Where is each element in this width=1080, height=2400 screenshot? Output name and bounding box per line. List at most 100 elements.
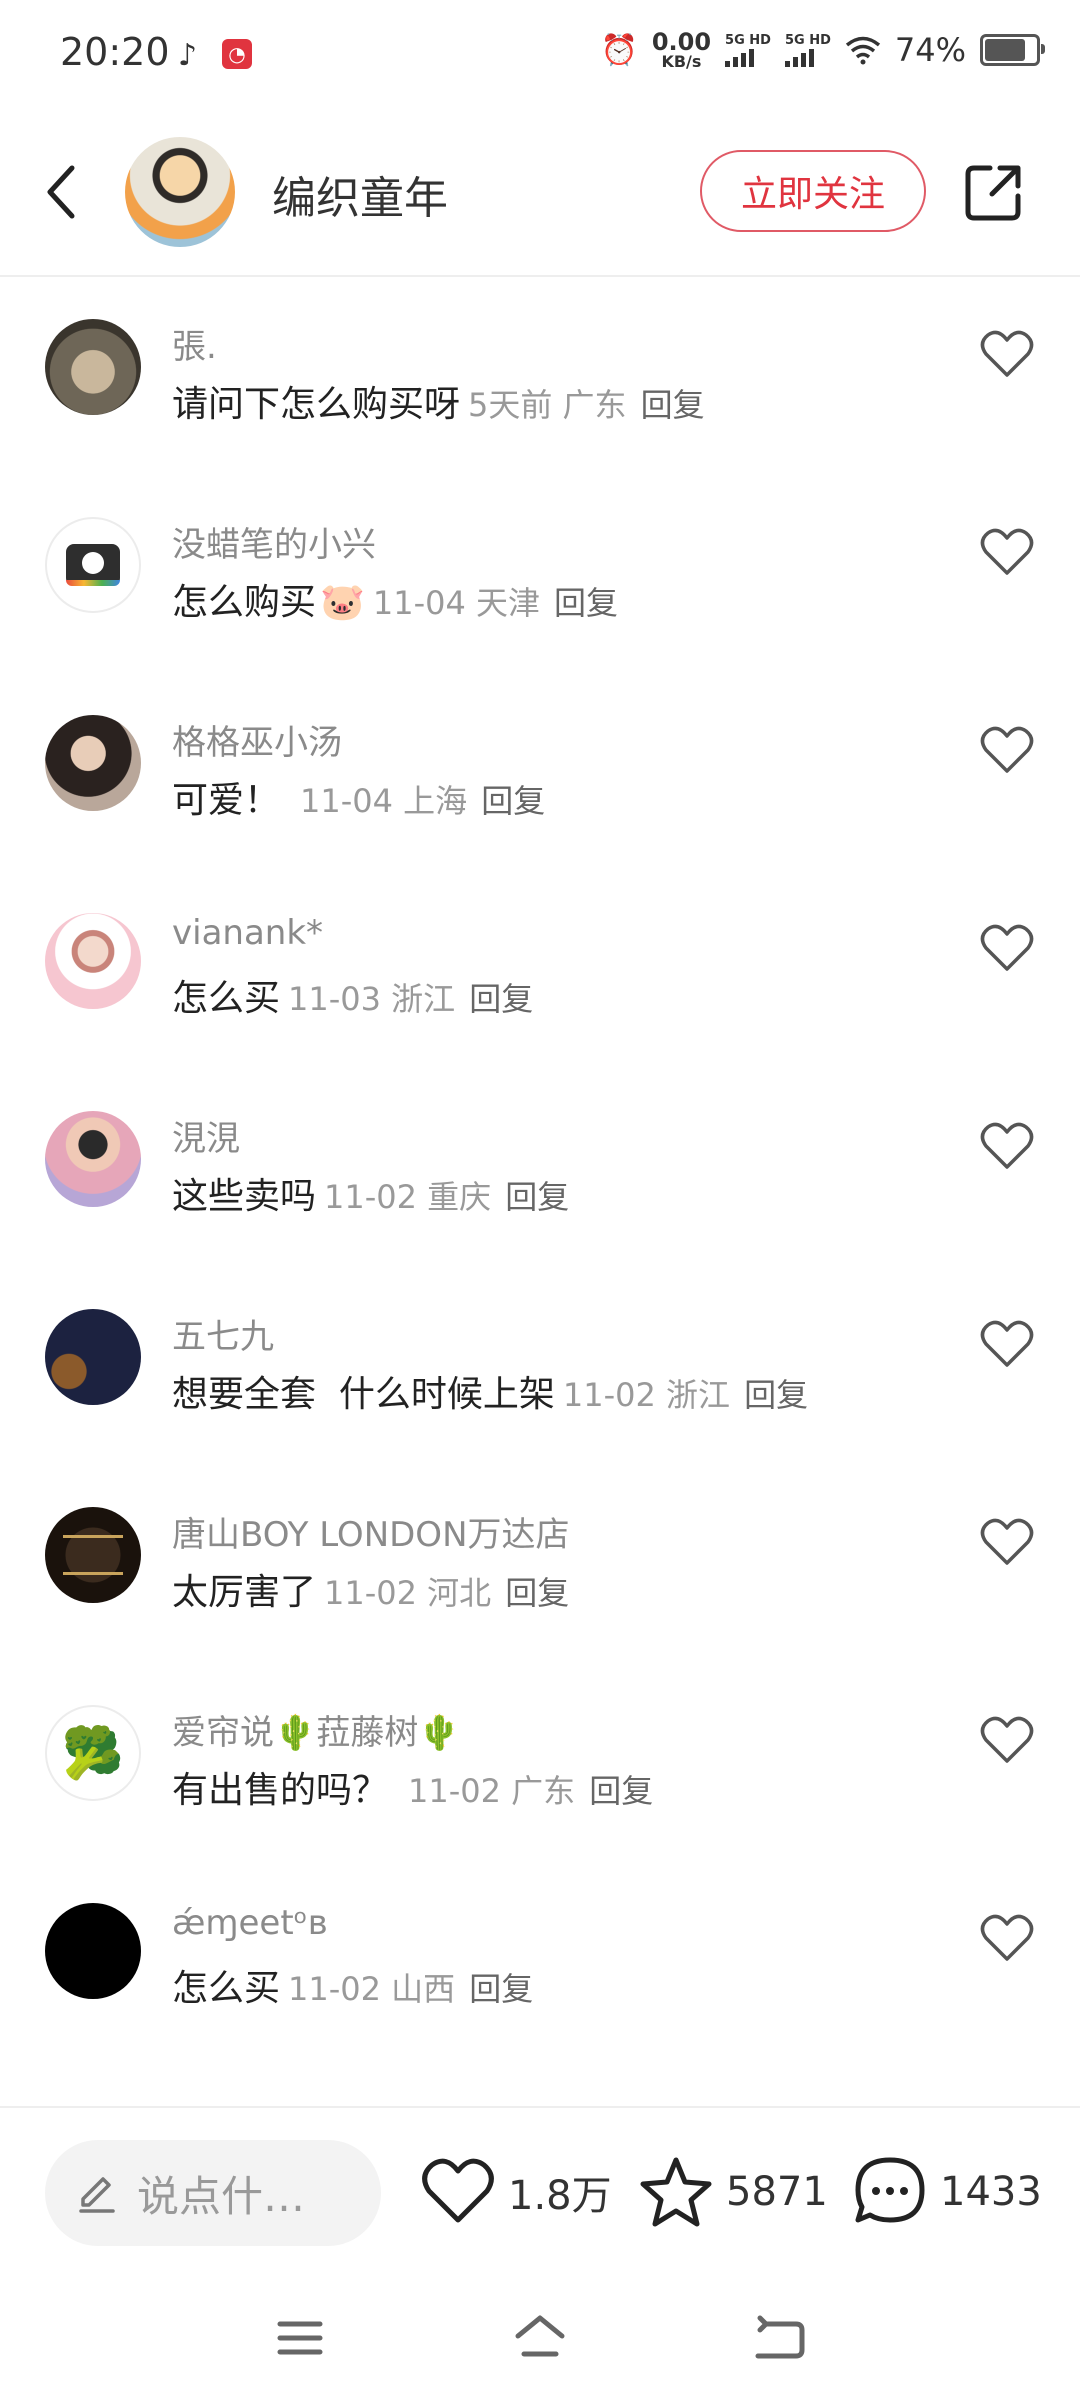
status-right: ⏰ 0.00 KB/s 5G HD 5G HD 74%	[600, 30, 1045, 70]
comment-text: 可爱！	[172, 780, 281, 821]
comment-body: 有出售的吗？ 11-02 广东 回复	[172, 1761, 653, 1813]
comment-input-placeholder: 说点什…	[137, 2171, 306, 2221]
reply-button[interactable]: 回复	[744, 1370, 808, 1416]
signal-2-icon: 5G HD	[784, 32, 831, 67]
comment-body: 怎么买 11-03 浙江 回复	[172, 969, 533, 1021]
music-notification-icon: ♪	[178, 38, 198, 73]
author-avatar[interactable]	[125, 137, 235, 247]
commenter-name[interactable]: 涀涀	[172, 1111, 240, 1160]
broccoli-icon: 🥦	[61, 1724, 125, 1782]
reply-button[interactable]: 回复	[505, 1172, 569, 1218]
commenter-name[interactable]: ǽɱeetᵒʙ	[172, 1903, 327, 1943]
comment-text: 有出售的吗？	[172, 1770, 389, 1811]
note-header: 编织童年 立即关注	[0, 110, 1080, 277]
net-speed-unit: KB/s	[661, 52, 702, 71]
commenter-avatar[interactable]	[45, 1111, 141, 1207]
commenter-avatar[interactable]	[45, 319, 141, 415]
comment-text: 怎么买	[172, 1968, 281, 2009]
comment-body: 怎么买 11-02 山西 回复	[172, 1959, 533, 2011]
share-button[interactable]	[962, 160, 1026, 224]
comment-item[interactable]: ǽɱeetᵒʙ 怎么买 11-02 山西 回复	[0, 1861, 1080, 2059]
comment-text: 怎么购买	[172, 582, 317, 623]
comment-meta: 11-02 广东	[408, 1772, 576, 1810]
favorite-count: 5871	[726, 2169, 828, 2215]
comment-button[interactable]: 1433	[852, 2154, 1042, 2230]
reply-button[interactable]: 回复	[505, 1568, 569, 1614]
reply-button[interactable]: 回复	[554, 578, 618, 624]
commenter-avatar[interactable]	[45, 913, 141, 1009]
reply-button[interactable]: 回复	[469, 974, 533, 1020]
boy-london-logo	[63, 1535, 123, 1575]
commenter-avatar[interactable]	[45, 1903, 141, 1999]
back-button[interactable]	[40, 160, 84, 224]
comment-item[interactable]: 🥦 爱帘说🌵菈藤树🌵 有出售的吗？ 11-02 广东 回复	[0, 1663, 1080, 1861]
comment-meta: 5天前 广东	[468, 386, 627, 424]
like-icon[interactable]	[980, 1517, 1034, 1567]
comment-meta: 11-02 山西	[288, 1970, 456, 2008]
comment-meta: 11-04 上海	[300, 782, 468, 820]
commenter-name[interactable]: 格格巫小汤	[172, 715, 342, 764]
back-nav-icon[interactable]	[752, 2310, 808, 2366]
camera-icon	[66, 544, 120, 586]
like-icon[interactable]	[980, 1319, 1034, 1369]
chat-bubble-icon	[855, 2157, 925, 2223]
app-notification-icon: ◔	[222, 39, 252, 69]
follow-button[interactable]: 立即关注	[700, 150, 926, 232]
comment-meta: 11-02 河北	[324, 1574, 492, 1612]
wifi-icon	[845, 36, 880, 65]
comment-input[interactable]: 说点什…	[45, 2140, 381, 2246]
like-icon[interactable]	[980, 329, 1034, 379]
comment-body: 这些卖吗 11-02 重庆 回复	[172, 1167, 569, 1219]
commenter-name[interactable]: 唐山BOY LONDON万达店	[172, 1507, 570, 1556]
commenter-name[interactable]: 五七九	[172, 1309, 274, 1358]
net-speed: 0.00 KB/s	[652, 30, 711, 70]
commenter-name[interactable]: 張.	[172, 319, 217, 368]
reply-button[interactable]: 回复	[481, 776, 545, 822]
comment-item[interactable]: vianank* 怎么买 11-03 浙江 回复	[0, 871, 1080, 1069]
battery-percent: 74%	[894, 31, 966, 69]
comment-list: 張. 请问下怎么购买呀 5天前 广东 回复 没蜡笔的小兴 怎么购买 🐷 11-0…	[0, 277, 1080, 2059]
comment-body: 太厉害了 11-02 河北 回复	[172, 1563, 569, 1615]
comment-item[interactable]: 五七九 想要全套 什么时候上架 11-02 浙江 回复	[0, 1267, 1080, 1465]
comment-body: 可爱！ 11-04 上海 回复	[172, 771, 545, 823]
comment-meta: 11-02 浙江	[562, 1376, 731, 1414]
commenter-avatar[interactable]	[45, 715, 141, 811]
menu-icon[interactable]	[272, 2310, 328, 2366]
like-icon[interactable]	[980, 1913, 1034, 1963]
home-icon[interactable]	[512, 2310, 568, 2366]
like-icon[interactable]	[980, 527, 1034, 577]
alarm-icon: ⏰	[600, 32, 638, 68]
comment-meta: 11-04 天津	[372, 584, 541, 622]
reply-button[interactable]: 回复	[469, 1964, 533, 2010]
comment-item[interactable]: 張. 请问下怎么购买呀 5天前 广东 回复	[0, 277, 1080, 475]
signal-2-label: 5G HD	[784, 32, 831, 48]
like-button[interactable]: 1.8万	[420, 2154, 612, 2230]
commenter-avatar[interactable]	[45, 1309, 141, 1405]
comment-emoji: 🐷	[320, 582, 365, 623]
reply-button[interactable]: 回复	[589, 1766, 653, 1812]
comment-text: 怎么买	[172, 978, 281, 1019]
commenter-name[interactable]: 爱帘说🌵菈藤树🌵	[172, 1705, 461, 1754]
comment-body: 想要全套 什么时候上架 11-02 浙江 回复	[172, 1365, 808, 1417]
comment-item[interactable]: 格格巫小汤 可爱！ 11-04 上海 回复	[0, 673, 1080, 871]
commenter-avatar[interactable]: 🥦	[45, 1705, 141, 1801]
comment-item[interactable]: 唐山BOY LONDON万达店 太厉害了 11-02 河北 回复	[0, 1465, 1080, 1663]
commenter-name[interactable]: vianank*	[172, 913, 323, 953]
star-icon	[640, 2157, 712, 2227]
comment-item[interactable]: 涀涀 这些卖吗 11-02 重庆 回复	[0, 1069, 1080, 1267]
commenter-avatar[interactable]	[45, 517, 141, 613]
like-icon[interactable]	[980, 923, 1034, 973]
commenter-name[interactable]: 没蜡笔的小兴	[172, 517, 376, 566]
signal-1-icon: 5G HD	[725, 34, 771, 67]
commenter-avatar[interactable]	[45, 1507, 141, 1603]
comment-item[interactable]: 没蜡笔的小兴 怎么购买 🐷 11-04 天津 回复	[0, 475, 1080, 673]
like-icon[interactable]	[980, 1121, 1034, 1171]
favorite-button[interactable]: 5871	[638, 2154, 828, 2230]
reply-button[interactable]: 回复	[641, 380, 705, 426]
like-icon[interactable]	[980, 725, 1034, 775]
signal-1-label: 5G HD	[725, 32, 771, 48]
comment-body: 怎么购买 🐷 11-04 天津 回复	[172, 573, 618, 625]
heart-icon	[422, 2158, 494, 2223]
like-icon[interactable]	[980, 1715, 1034, 1765]
author-name[interactable]: 编织童年	[272, 162, 448, 226]
